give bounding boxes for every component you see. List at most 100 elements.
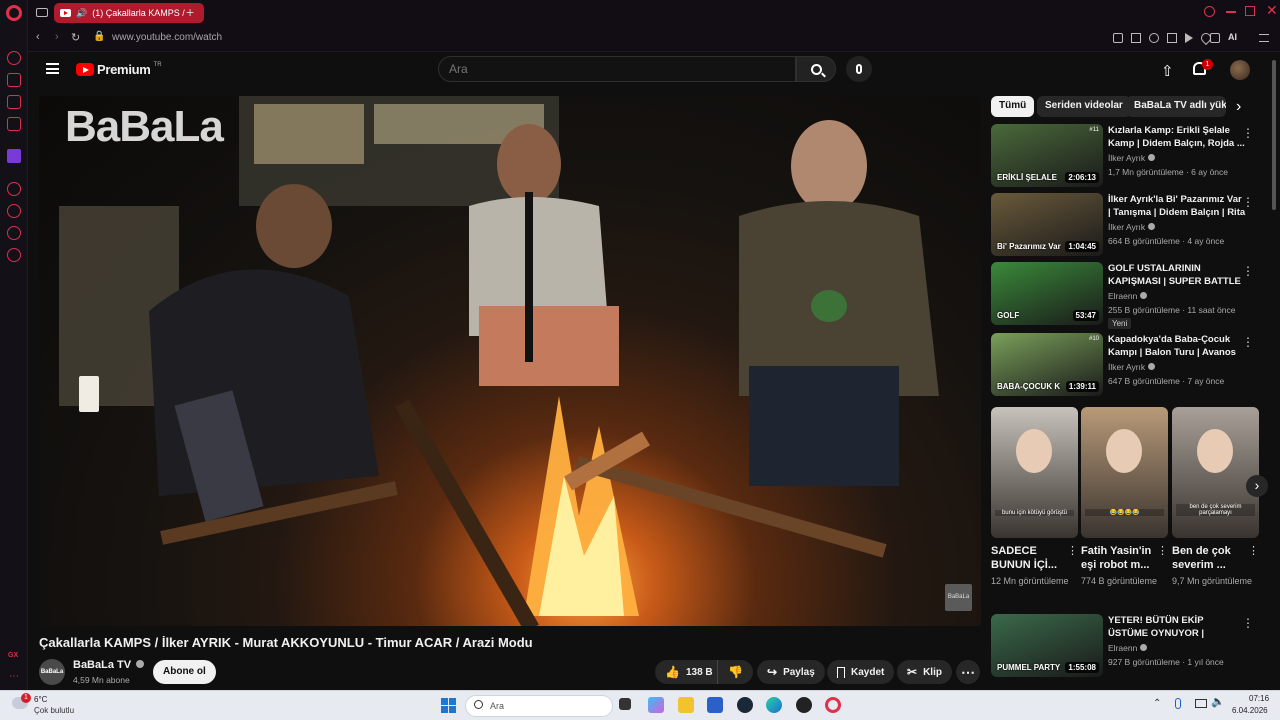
more-options-icon[interactable]: ⋮ xyxy=(1157,544,1168,557)
sidebar-mail-icon[interactable] xyxy=(7,117,21,131)
chips-next-icon[interactable]: › xyxy=(1236,98,1241,116)
recommendation-title[interactable]: İlker Ayrık'la Bi' Pazarımız Var | Tanış… xyxy=(1108,193,1246,220)
short-title[interactable]: SADECE BUNUN İÇİ... xyxy=(991,544,1063,572)
upload-icon[interactable]: ⇧ xyxy=(1161,62,1174,80)
store-icon[interactable] xyxy=(707,697,723,713)
search-button[interactable] xyxy=(796,56,836,82)
player-branding-icon[interactable]: BaBaLa xyxy=(945,584,972,611)
video-thumbnail[interactable]: ERİKLİ ŞELALE #11 2:06:13 xyxy=(991,124,1103,187)
speaker-icon[interactable]: 🔊 xyxy=(76,8,87,19)
clock-time[interactable]: 07:16 xyxy=(1249,694,1269,703)
ai-button[interactable]: AI xyxy=(1228,32,1237,42)
sidebar-chat-icon[interactable] xyxy=(7,226,21,240)
recommendation-title[interactable]: YETER! BÜTÜN EKİP ÜSTÜME OYNUYOR | PUMME… xyxy=(1108,614,1246,641)
tray-mic-icon[interactable] xyxy=(1175,698,1181,709)
tab-search-icon[interactable] xyxy=(1204,6,1215,17)
channel-avatar[interactable]: BaBaLa xyxy=(39,659,65,685)
recommendation-channel[interactable]: İlker Ayrık xyxy=(1108,222,1155,232)
recommendation-channel[interactable]: Elraenn xyxy=(1108,291,1147,301)
sidebar-contacts-icon[interactable] xyxy=(7,73,21,87)
youtube-logo[interactable]: Premium TR xyxy=(76,62,162,77)
address-bar-extension-icons[interactable] xyxy=(1113,30,1214,46)
more-options-icon[interactable]: ⋮ xyxy=(1242,195,1254,209)
wallet-icon[interactable] xyxy=(1210,33,1220,43)
recommendation-item[interactable]: BABA-ÇOCUK K #10 1:39:11 Kapadokya'da Baba-… xyxy=(991,333,1261,397)
short-thumbnail[interactable]: ben de çok severim parçalamayı xyxy=(1172,407,1259,538)
new-tab-button[interactable]: + xyxy=(186,4,194,20)
recommendation-title[interactable]: Kapadokya'da Baba-Çocuk Kampı | Balon Tu… xyxy=(1108,333,1246,360)
forward-icon[interactable]: › xyxy=(55,31,59,43)
close-window-button[interactable]: ✕ xyxy=(1266,2,1278,19)
tab-menu-icon[interactable] xyxy=(36,8,48,17)
account-avatar[interactable] xyxy=(1230,60,1250,80)
maximize-button[interactable] xyxy=(1245,6,1255,16)
recommendation-title[interactable]: GOLF USTALARININ KAPIŞMASI | SUPER BATTL… xyxy=(1108,262,1246,289)
channel-name[interactable]: BaBaLa TV xyxy=(73,659,145,671)
page-scrollbar[interactable] xyxy=(1272,60,1276,210)
snapshot-icon[interactable] xyxy=(1113,33,1123,43)
chip-uploader[interactable]: BaBaLa TV adlı yükleyiciden xyxy=(1126,96,1226,117)
task-view-icon[interactable] xyxy=(619,698,631,710)
sidebar-settings-icon[interactable] xyxy=(7,248,21,262)
play-icon[interactable] xyxy=(1185,33,1193,43)
more-options-icon[interactable]: ⋮ xyxy=(1242,264,1254,278)
shorts-next-button[interactable]: › xyxy=(1246,475,1268,497)
recommendation-channel[interactable]: Elraenn xyxy=(1108,643,1147,653)
video-thumbnail[interactable]: Bi' Pazarımız Var 1:04:45 xyxy=(991,193,1103,256)
recommendation-item[interactable]: ERİKLİ ŞELALE #11 2:06:13 Kızlarla Kamp: Er… xyxy=(991,124,1261,188)
more-options-icon[interactable]: ⋮ xyxy=(1242,335,1254,349)
url-text[interactable]: www.youtube.com/watch xyxy=(112,32,222,43)
like-button[interactable]: 👍 138 B xyxy=(655,660,717,684)
back-icon[interactable]: ‹ xyxy=(36,31,40,43)
crop-icon[interactable] xyxy=(1131,33,1141,43)
copilot-icon[interactable] xyxy=(648,697,664,713)
short-title[interactable]: Ben de çok severim ... xyxy=(1172,544,1244,572)
sidebar-history-icon[interactable] xyxy=(7,204,21,218)
short-thumbnail[interactable]: 😂😂😂😂 xyxy=(1081,407,1168,538)
opera-taskbar-icon[interactable] xyxy=(825,697,841,713)
taskbar-search[interactable]: Ara xyxy=(465,695,613,717)
shield-icon[interactable] xyxy=(1149,33,1159,43)
short-item[interactable]: ben de çok severim parçalamayı Ben de çok… xyxy=(1172,407,1259,588)
dislike-button[interactable]: 👎 xyxy=(717,660,753,684)
edge-icon[interactable] xyxy=(766,697,782,713)
file-explorer-icon[interactable] xyxy=(678,697,694,713)
volume-icon[interactable]: 🔈 xyxy=(1211,695,1225,708)
search-input[interactable] xyxy=(438,56,796,82)
recommendation-item[interactable]: GOLF 53:47 GOLF USTALARININ KAPIŞMASI | SU… xyxy=(991,262,1261,329)
recommendation-item[interactable]: Bi' Pazarımız Var 1:04:45 İlker Ayrık'la B… xyxy=(991,193,1261,257)
easy-setup-icon[interactable] xyxy=(1259,34,1269,42)
reload-icon[interactable]: ↻ xyxy=(71,31,80,44)
sidebar-gx-icon[interactable]: GX xyxy=(8,652,18,659)
sidebar-player-icon[interactable] xyxy=(7,182,21,196)
recommendation-title[interactable]: Kızlarla Kamp: Erikli Şelale Kamp | Dide… xyxy=(1108,124,1246,150)
more-actions-button[interactable]: ⋯ xyxy=(956,660,980,684)
weather-desc[interactable]: Çok bulutlu xyxy=(34,706,74,715)
recommendation-channel[interactable]: İlker Ayrık xyxy=(1108,153,1155,163)
chip-series[interactable]: Seriden videolar xyxy=(1037,96,1131,117)
short-thumbnail[interactable]: bunu için kötüyü görüştü xyxy=(991,407,1078,538)
more-options-icon[interactable]: ⋮ xyxy=(1248,544,1259,557)
minimize-button[interactable] xyxy=(1226,11,1236,13)
clock-date[interactable]: 6.04.2026 xyxy=(1232,706,1268,715)
weather-temp[interactable]: 6°C xyxy=(34,695,47,704)
tray-chevron-icon[interactable]: ⌃ xyxy=(1153,698,1161,709)
recommendation-item[interactable]: PUMMEL PARTY 1:55:08 YETER! BÜTÜN EKİP ÜST… xyxy=(991,614,1261,678)
clip-button[interactable]: ✂ Klip xyxy=(897,660,952,684)
active-browser-tab[interactable]: 🔊 (1) Çakallarla KAMPS / xyxy=(54,3,204,23)
video-thumbnail[interactable]: PUMMEL PARTY 1:55:08 xyxy=(991,614,1103,677)
recommendation-channel[interactable]: İlker Ayrık xyxy=(1108,362,1155,372)
sidebar-whatsapp-icon[interactable] xyxy=(7,95,21,109)
short-item[interactable]: 😂😂😂😂 Fatih Yasin'in eşi robot m... ⋮ 774 B … xyxy=(1081,407,1168,588)
sidebar-twitch-icon[interactable] xyxy=(7,149,21,163)
chip-all[interactable]: Tümü xyxy=(991,96,1035,117)
video-player[interactable]: BaBaLa BaBaLa xyxy=(39,96,981,626)
start-button[interactable] xyxy=(441,698,456,713)
sidebar-more-icon[interactable]: ⋯ xyxy=(9,671,19,682)
subscribe-button[interactable]: Abone ol xyxy=(153,660,216,684)
share-button[interactable]: ↪ Paylaş xyxy=(757,660,825,684)
video-thumbnail[interactable]: GOLF 53:47 xyxy=(991,262,1103,325)
network-icon[interactable] xyxy=(1195,699,1207,708)
download-icon[interactable] xyxy=(1167,33,1177,43)
more-options-icon[interactable]: ⋮ xyxy=(1067,544,1078,557)
